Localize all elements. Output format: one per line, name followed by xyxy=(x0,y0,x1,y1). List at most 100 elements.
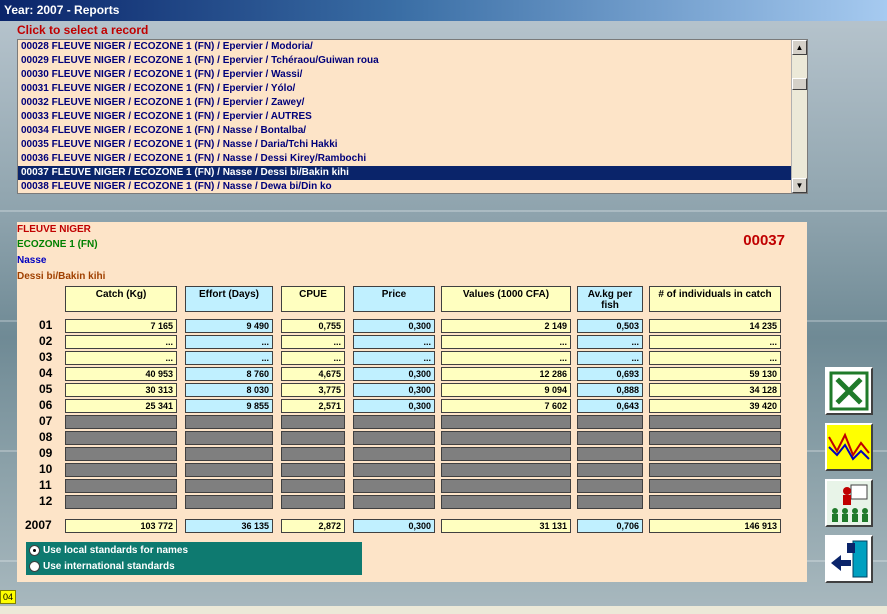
table-cell[interactable]: 0,300 xyxy=(353,319,435,333)
table-cell[interactable] xyxy=(649,447,781,461)
table-cell[interactable]: ... xyxy=(649,335,781,349)
scroll-down-button[interactable]: ▼ xyxy=(792,178,807,193)
table-cell[interactable]: ... xyxy=(65,351,177,365)
table-cell[interactable]: ... xyxy=(185,335,273,349)
table-cell[interactable] xyxy=(281,479,345,493)
table-cell[interactable] xyxy=(577,479,643,493)
table-cell[interactable]: 12 286 xyxy=(441,367,571,381)
table-cell[interactable]: 59 130 xyxy=(649,367,781,381)
table-cell[interactable] xyxy=(577,495,643,509)
record-list-item[interactable]: 00031 FLEUVE NIGER / ECOZONE 1 (FN) / Ep… xyxy=(18,82,791,96)
table-cell[interactable]: 8 760 xyxy=(185,367,273,381)
table-cell[interactable]: 0,693 xyxy=(577,367,643,381)
table-cell[interactable] xyxy=(65,463,177,477)
table-cell[interactable]: 9 855 xyxy=(185,399,273,413)
exit-button[interactable] xyxy=(825,535,873,583)
scroll-up-button[interactable]: ▲ xyxy=(792,40,807,55)
radio-international-standards[interactable]: Use international standards xyxy=(29,559,175,574)
table-cell[interactable] xyxy=(281,495,345,509)
table-cell[interactable]: 14 235 xyxy=(649,319,781,333)
table-cell[interactable] xyxy=(577,415,643,429)
table-cell[interactable] xyxy=(65,495,177,509)
table-cell[interactable]: 0,643 xyxy=(577,399,643,413)
excel-export-button[interactable] xyxy=(825,367,873,415)
table-cell[interactable] xyxy=(353,495,435,509)
table-cell[interactable] xyxy=(577,447,643,461)
table-cell[interactable]: ... xyxy=(185,351,273,365)
table-cell[interactable] xyxy=(185,431,273,445)
table-cell[interactable] xyxy=(353,431,435,445)
table-cell[interactable] xyxy=(281,431,345,445)
table-cell[interactable] xyxy=(441,495,571,509)
table-cell[interactable] xyxy=(65,415,177,429)
table-cell[interactable] xyxy=(441,479,571,493)
table-cell[interactable]: ... xyxy=(577,351,643,365)
table-cell[interactable] xyxy=(649,495,781,509)
table-cell[interactable]: 9 490 xyxy=(185,319,273,333)
record-list-item[interactable]: 00035 FLEUVE NIGER / ECOZONE 1 (FN) / Na… xyxy=(18,138,791,152)
record-list-item[interactable]: 00032 FLEUVE NIGER / ECOZONE 1 (FN) / Ep… xyxy=(18,96,791,110)
table-cell[interactable]: ... xyxy=(441,351,571,365)
table-cell[interactable] xyxy=(577,463,643,477)
table-cell[interactable]: ... xyxy=(281,351,345,365)
table-cell[interactable] xyxy=(281,447,345,461)
record-list-item[interactable]: 00037 FLEUVE NIGER / ECOZONE 1 (FN) / Na… xyxy=(18,166,791,180)
table-cell[interactable]: 40 953 xyxy=(65,367,177,381)
table-cell[interactable] xyxy=(281,463,345,477)
table-cell[interactable] xyxy=(185,495,273,509)
table-cell[interactable] xyxy=(649,415,781,429)
table-cell[interactable]: 7 165 xyxy=(65,319,177,333)
table-cell[interactable] xyxy=(441,415,571,429)
table-cell[interactable]: ... xyxy=(353,335,435,349)
radio-circle-selected[interactable] xyxy=(29,545,40,556)
record-list-item[interactable]: 00034 FLEUVE NIGER / ECOZONE 1 (FN) / Na… xyxy=(18,124,791,138)
presentation-button[interactable] xyxy=(825,479,873,527)
table-cell[interactable]: 0,300 xyxy=(353,367,435,381)
scroll-thumb[interactable] xyxy=(792,78,807,90)
table-cell[interactable]: 4,675 xyxy=(281,367,345,381)
table-cell[interactable] xyxy=(577,431,643,445)
table-cell[interactable]: ... xyxy=(281,335,345,349)
record-list-item[interactable]: 00029 FLEUVE NIGER / ECOZONE 1 (FN) / Ep… xyxy=(18,54,791,68)
table-cell[interactable] xyxy=(441,447,571,461)
table-cell[interactable]: ... xyxy=(577,335,643,349)
record-list-item[interactable]: 00038 FLEUVE NIGER / ECOZONE 1 (FN) / Na… xyxy=(18,180,791,193)
table-cell[interactable] xyxy=(185,479,273,493)
record-list-item[interactable]: 00030 FLEUVE NIGER / ECOZONE 1 (FN) / Ep… xyxy=(18,68,791,82)
table-cell[interactable]: 8 030 xyxy=(185,383,273,397)
table-cell[interactable]: ... xyxy=(649,351,781,365)
table-cell[interactable] xyxy=(65,447,177,461)
table-cell[interactable]: ... xyxy=(353,351,435,365)
table-cell[interactable] xyxy=(353,447,435,461)
table-cell[interactable]: 0,300 xyxy=(353,399,435,413)
table-cell[interactable] xyxy=(441,431,571,445)
record-list-item[interactable]: 00036 FLEUVE NIGER / ECOZONE 1 (FN) / Na… xyxy=(18,152,791,166)
table-cell[interactable]: 39 420 xyxy=(649,399,781,413)
table-cell[interactable]: 0,503 xyxy=(577,319,643,333)
radio-local-standards[interactable]: Use local standards for names xyxy=(29,543,188,558)
table-cell[interactable] xyxy=(353,463,435,477)
table-cell[interactable]: ... xyxy=(65,335,177,349)
table-cell[interactable] xyxy=(281,415,345,429)
record-list-item[interactable]: 00028 FLEUVE NIGER / ECOZONE 1 (FN) / Ep… xyxy=(18,40,791,54)
table-cell[interactable]: 2,571 xyxy=(281,399,345,413)
table-cell[interactable] xyxy=(185,447,273,461)
table-cell[interactable]: 3,775 xyxy=(281,383,345,397)
table-cell[interactable] xyxy=(353,479,435,493)
table-cell[interactable]: 0,300 xyxy=(353,383,435,397)
table-cell[interactable] xyxy=(65,479,177,493)
record-list[interactable]: 00028 FLEUVE NIGER / ECOZONE 1 (FN) / Ep… xyxy=(17,39,808,194)
table-cell[interactable] xyxy=(441,463,571,477)
table-cell[interactable]: 2 149 xyxy=(441,319,571,333)
chart-button[interactable] xyxy=(825,423,873,471)
table-cell[interactable] xyxy=(185,415,273,429)
table-cell[interactable]: 9 094 xyxy=(441,383,571,397)
table-cell[interactable]: ... xyxy=(441,335,571,349)
radio-circle[interactable] xyxy=(29,561,40,572)
table-cell[interactable] xyxy=(353,415,435,429)
table-cell[interactable]: 34 128 xyxy=(649,383,781,397)
table-cell[interactable] xyxy=(649,431,781,445)
table-cell[interactable]: 7 602 xyxy=(441,399,571,413)
table-cell[interactable]: 0,888 xyxy=(577,383,643,397)
table-cell[interactable]: 30 313 xyxy=(65,383,177,397)
